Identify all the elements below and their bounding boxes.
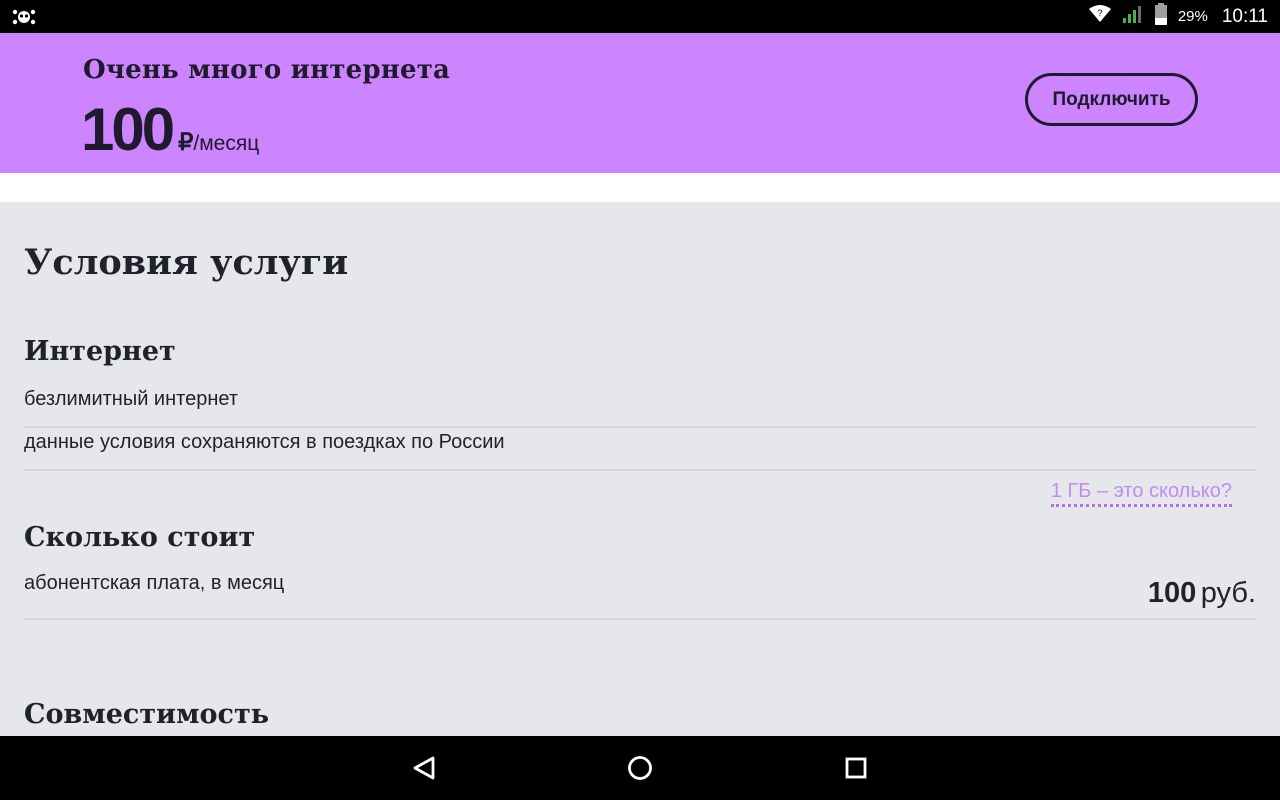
promo-price: 100 ₽/месяц [81,95,259,165]
price-value: 100 руб. [1148,577,1256,610]
main-content[interactable]: Условия услуги Интернет безлимитный инте… [0,202,1280,736]
price-row-label: абонентская плата, в месяц [24,572,285,594]
status-bar: ? 29% 10:11 [0,0,1280,33]
price-number: 100 [1147,577,1197,609]
svg-text:?: ? [1097,8,1102,18]
clock: 10:11 [1221,5,1268,27]
promo-price-value: 100 [81,96,175,163]
promo-price-unit: ₽/месяц [178,128,259,157]
notification-icon [12,7,36,27]
connect-button[interactable]: Подключить [1025,73,1198,126]
list-item: безлимитный интернет [24,388,1256,428]
recents-icon[interactable] [838,750,874,786]
list-item: данные условия сохраняются в поездках по… [24,431,1256,471]
currency-symbol: ₽ [178,129,194,156]
battery-icon [1154,3,1168,30]
battery-percent: 29% [1177,8,1208,25]
section-title-compat: Совместимость [24,699,270,730]
price-currency: руб. [1200,577,1256,609]
list-item-label: безлимитный интернет [24,388,238,410]
promo-title: Очень много интернета [83,55,451,85]
divider [0,173,1280,202]
section-title-cost: Сколько стоит [24,522,256,553]
wifi-icon: ? [1088,4,1112,29]
price-period: /месяц [193,132,260,155]
home-icon[interactable] [622,750,658,786]
page-title: Условия услуги [24,242,349,283]
back-icon[interactable] [406,750,442,786]
price-row: абонентская плата, в месяц 100 руб. [24,572,1256,620]
list-item-label: данные условия сохраняются в поездках по… [24,431,505,453]
section-title-internet: Интернет [24,336,176,367]
signal-icon [1122,4,1144,29]
promo-banner: Очень много интернета 100 ₽/месяц Подклю… [0,33,1280,173]
gb-help-link[interactable]: 1 ГБ – это сколько? [1050,480,1232,507]
navigation-bar [0,736,1280,800]
